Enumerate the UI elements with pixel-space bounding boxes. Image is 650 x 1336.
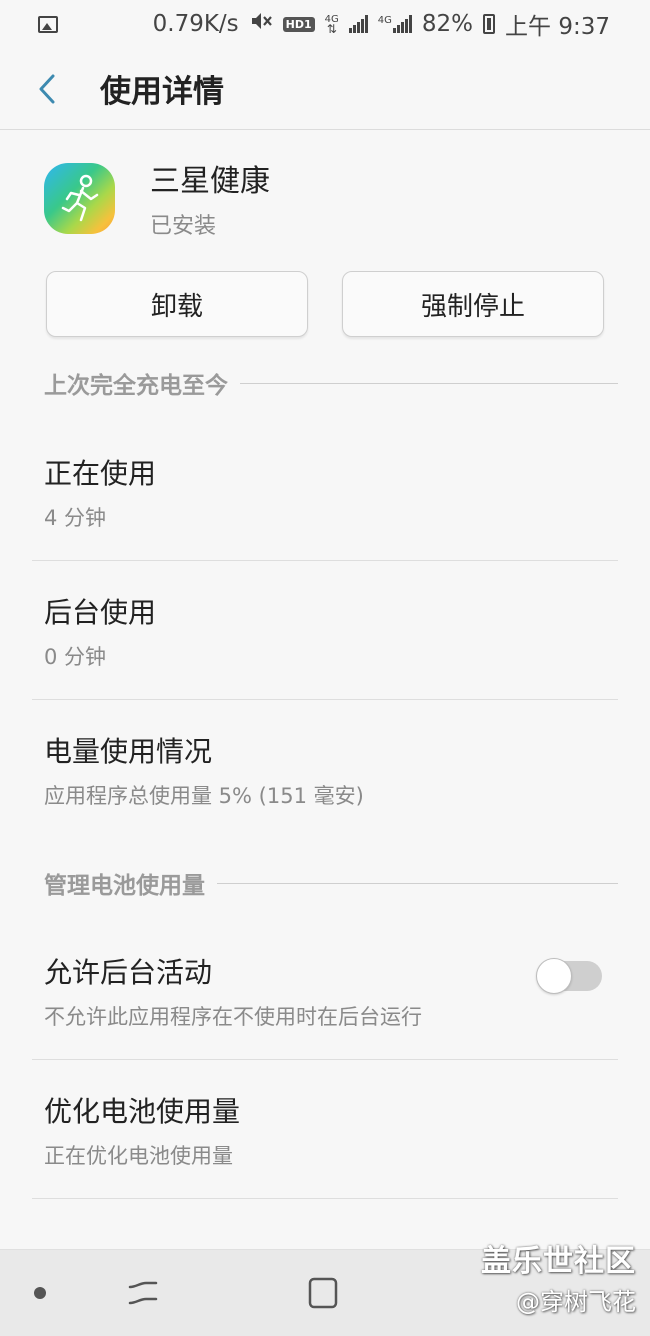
force-stop-button[interactable]: 强制停止	[342, 271, 604, 337]
signal-icon	[348, 15, 368, 33]
watermark-author: @穿树飞花	[516, 1288, 636, 1316]
section-divider	[240, 382, 618, 384]
section-divider	[217, 882, 618, 884]
battery-percent: 82%	[421, 11, 474, 37]
watermark-title: 盖乐世社区	[481, 1244, 636, 1279]
recent-apps-icon[interactable]	[126, 1277, 160, 1313]
sim2-signal: 4G	[378, 15, 412, 33]
samsung-health-icon	[44, 162, 115, 234]
app-info: 三星健康 已安装	[44, 156, 270, 240]
list-item-background-usage[interactable]: 后台使用 0 分钟	[32, 561, 618, 700]
allow-background-toggle[interactable]	[536, 958, 602, 994]
home-icon[interactable]	[306, 1275, 340, 1315]
image-icon	[38, 15, 58, 33]
watermark: 盖乐世社区 @穿树飞花	[481, 1236, 636, 1317]
list-item-value: 4 分钟	[44, 506, 107, 530]
section-header-since-charge: 上次完全充电至今	[44, 366, 618, 400]
list-item-title: 允许后台活动	[44, 956, 213, 989]
list-item-foreground-usage[interactable]: 正在使用 4 分钟	[32, 422, 618, 561]
page-title: 使用详情	[100, 74, 224, 110]
app-bar: 使用详情	[0, 48, 650, 130]
list-item-description: 正在优化电池使用量	[44, 1144, 233, 1168]
list-item-battery-usage[interactable]: 电量使用情况 应用程序总使用量 5% (151 毫安)	[32, 700, 618, 839]
clock: 上午 9:37	[505, 14, 610, 40]
toggle-knob	[536, 958, 572, 994]
battery-icon	[483, 14, 496, 34]
data-arrows-icon: 4G ⇅	[324, 14, 339, 36]
list-item-allow-background[interactable]: 允许后台活动 不允许此应用程序在不使用时在后台运行	[32, 921, 618, 1060]
list-item-description: 不允许此应用程序在不使用时在后台运行	[44, 1005, 422, 1029]
network-speed: 0.79K/s	[152, 11, 239, 37]
list-item-title: 电量使用情况	[44, 735, 213, 768]
section-title: 上次完全充电至今	[44, 373, 228, 399]
back-button[interactable]	[0, 48, 100, 130]
app-name: 三星健康	[150, 164, 270, 199]
list-item-title: 正在使用	[44, 457, 157, 490]
section-header-manage-battery: 管理电池使用量	[44, 866, 618, 900]
status-bar: 0.79K/s HD1 4G ⇅ 4G 82% 上午 9:37	[0, 0, 650, 48]
list-item-title: 后台使用	[44, 596, 157, 629]
dot-icon[interactable]	[34, 1287, 46, 1299]
mute-icon	[249, 10, 273, 38]
list-item-optimize-battery[interactable]: 优化电池使用量 正在优化电池使用量	[32, 1060, 618, 1199]
section-title: 管理电池使用量	[44, 873, 205, 899]
app-install-status: 已安装	[150, 214, 217, 239]
hd-voice-icon: HD1	[282, 16, 315, 32]
list-item-value: 应用程序总使用量 5% (151 毫安)	[44, 784, 364, 808]
list-item-value: 0 分钟	[44, 645, 107, 669]
back-arrow-icon	[39, 74, 55, 103]
uninstall-button[interactable]: 卸载	[46, 271, 308, 337]
list-item-title: 优化电池使用量	[44, 1095, 241, 1128]
signal-icon	[392, 15, 412, 33]
